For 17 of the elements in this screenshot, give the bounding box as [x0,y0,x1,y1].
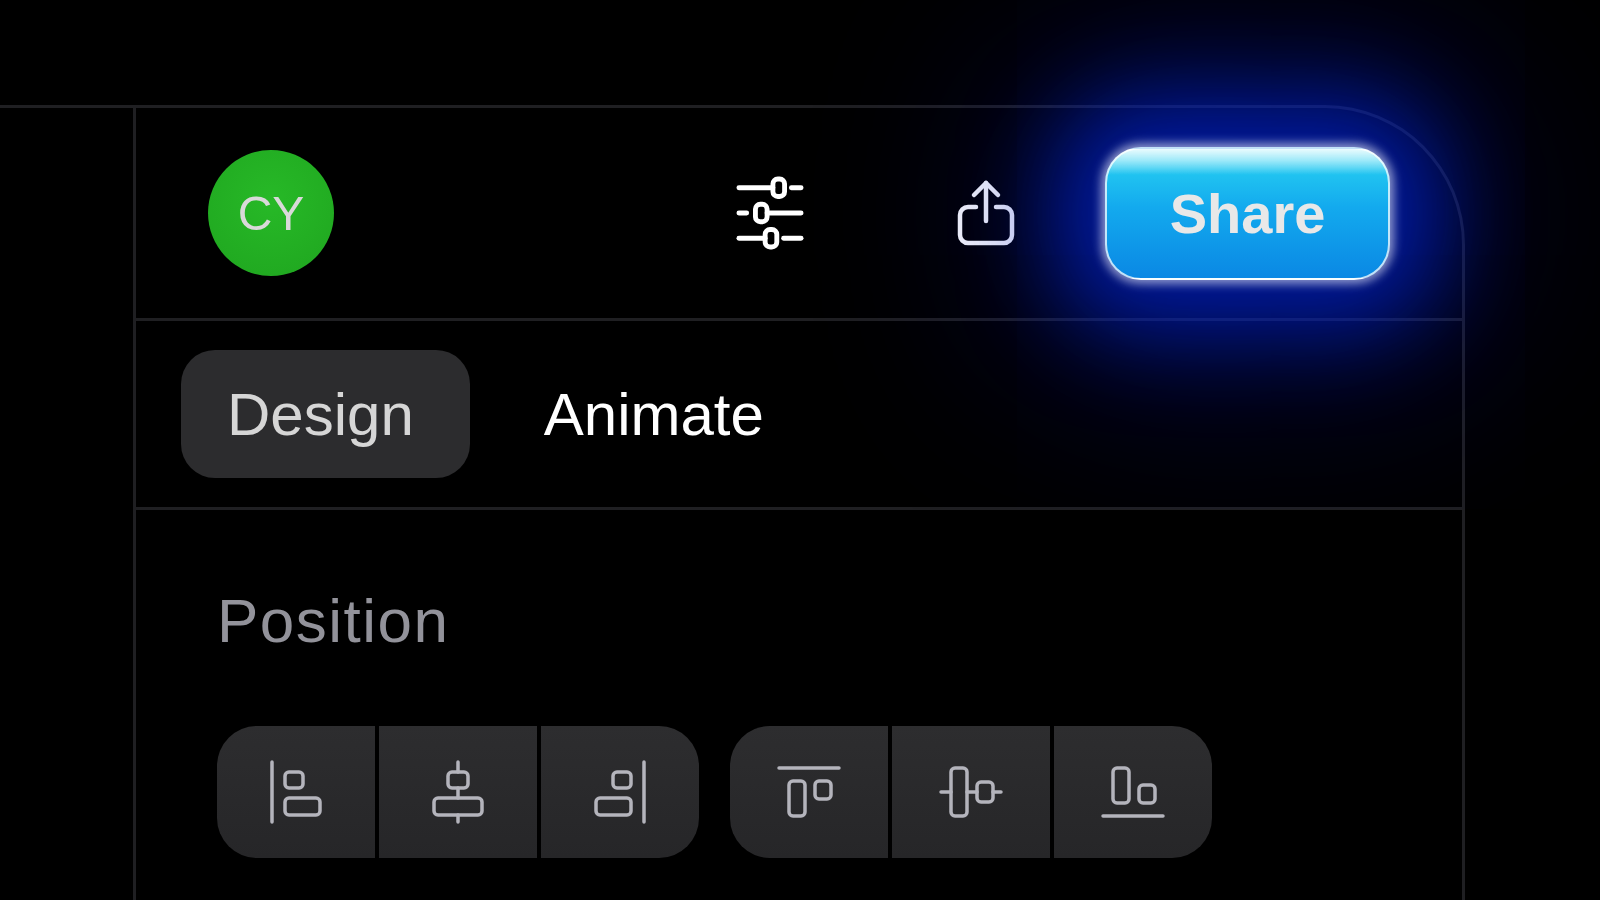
align-right-icon [594,760,646,825]
align-left-icon [270,760,322,825]
align-center-button[interactable] [379,726,537,859]
share-icon[interactable] [956,179,1016,247]
align-bottom-icon [1101,766,1165,819]
tab[interactable]: Animate [497,350,820,478]
align-right-button[interactable] [541,726,699,859]
align-left-button[interactable] [217,726,375,859]
align-bottom-button[interactable] [1054,726,1212,859]
align-center-icon [432,760,484,825]
section-title: Position [217,585,450,657]
tab[interactable]: Design [181,350,470,478]
align-top-icon [777,766,841,819]
sliders-icon[interactable] [736,175,804,251]
align-top-button[interactable] [730,726,888,859]
align-middle-button[interactable] [892,726,1050,859]
align-middle-icon [939,766,1003,819]
